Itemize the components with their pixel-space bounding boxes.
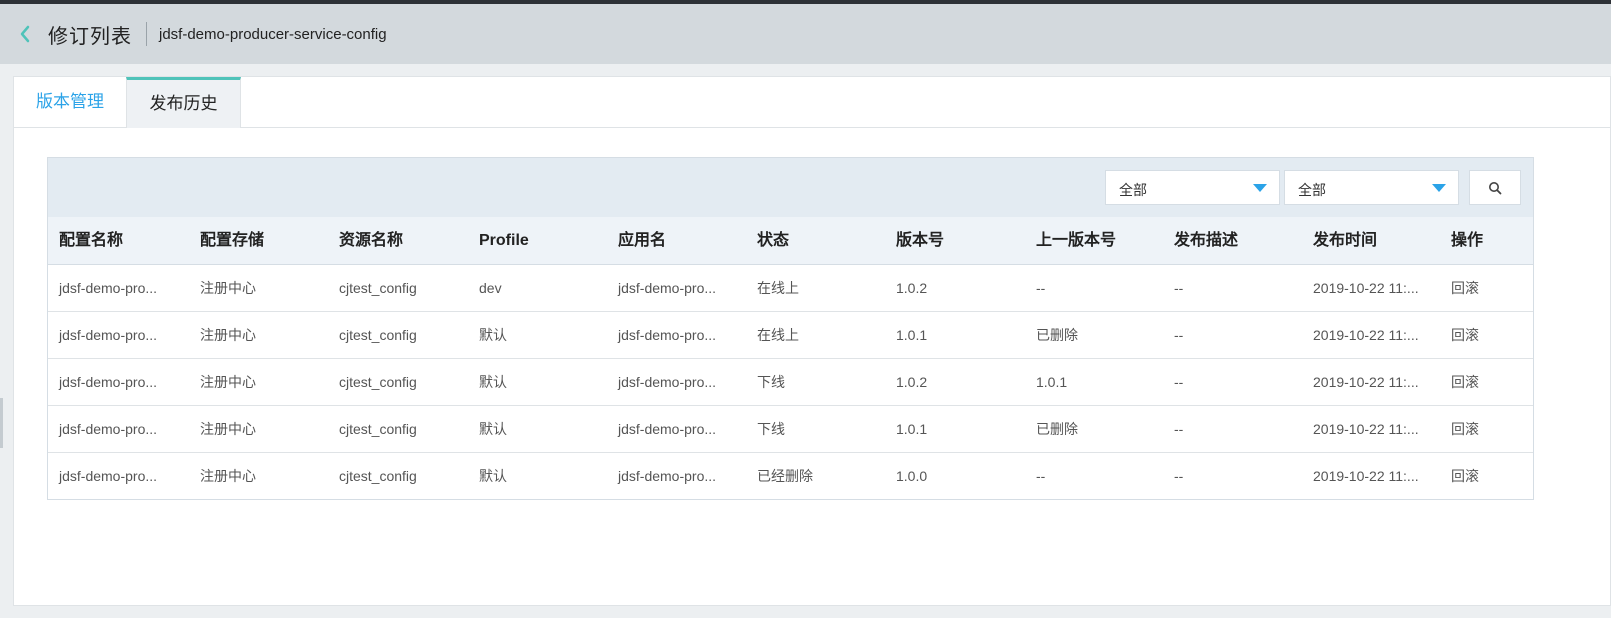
cell-previous-version: 已删除	[1036, 421, 1078, 437]
search-icon	[1489, 181, 1502, 194]
cell-version: 1.0.2	[896, 374, 928, 390]
filter-select-2-value: 全部	[1298, 182, 1326, 198]
cell-profile: dev	[479, 280, 502, 296]
header-divider	[146, 22, 147, 46]
cell-config-storage: 注册中心	[200, 421, 256, 437]
table-row: jdsf-demo-pro... 注册中心 cjtest_config 默认 j…	[48, 406, 1533, 453]
cell-config-storage: 注册中心	[200, 327, 256, 343]
cell-config-name: jdsf-demo-pro...	[59, 280, 158, 296]
table-row: jdsf-demo-pro... 注册中心 cjtest_config 默认 j…	[48, 312, 1533, 359]
table-row: jdsf-demo-pro... 注册中心 cjtest_config 默认 j…	[48, 453, 1533, 500]
cell-release-description: --	[1174, 327, 1184, 343]
cell-config-name: jdsf-demo-pro...	[59, 421, 158, 437]
search-button[interactable]	[1469, 170, 1521, 205]
cell-release-description: --	[1174, 421, 1184, 437]
cell-app-name: jdsf-demo-pro...	[618, 468, 717, 484]
cell-previous-version: --	[1036, 280, 1046, 296]
cell-version: 1.0.1	[896, 421, 928, 437]
cell-release-description: --	[1174, 468, 1184, 484]
cell-version: 1.0.0	[896, 468, 928, 484]
col-header-previous-version: 上一版本号	[1036, 232, 1117, 249]
cell-app-name: jdsf-demo-pro...	[618, 327, 717, 343]
caret-down-icon	[1253, 184, 1267, 192]
col-header-release-time: 发布时间	[1313, 232, 1378, 249]
col-header-release-description: 发布描述	[1174, 232, 1239, 249]
cell-release-description: --	[1174, 374, 1184, 390]
content-panel: 版本管理 发布历史 全部 全部 配置名称 配置存储 资源名称 Profile 应…	[13, 76, 1611, 606]
cell-release-description: --	[1174, 280, 1184, 296]
cell-app-name: jdsf-demo-pro...	[618, 280, 717, 296]
page-title: 修订列表	[48, 25, 132, 48]
cell-status: 下线	[757, 421, 785, 437]
col-header-profile: Profile	[479, 232, 529, 249]
cell-resource-name: cjtest_config	[339, 421, 417, 437]
cell-release-time: 2019-10-22 11:...	[1313, 280, 1419, 296]
tab-bar: 版本管理 发布历史	[14, 77, 1610, 128]
cell-status: 下线	[757, 374, 785, 390]
cell-release-time: 2019-10-22 11:...	[1313, 374, 1419, 390]
col-header-config-storage: 配置存储	[200, 232, 265, 249]
tab-version-management[interactable]: 版本管理	[14, 77, 126, 127]
cell-previous-version: 1.0.1	[1036, 374, 1068, 390]
rollback-link[interactable]: 回滚	[1451, 359, 1479, 405]
cell-release-time: 2019-10-22 11:...	[1313, 468, 1419, 484]
table-row: jdsf-demo-pro... 注册中心 cjtest_config dev …	[48, 265, 1533, 312]
chevron-left-icon	[20, 25, 30, 43]
rollback-link[interactable]: 回滚	[1451, 453, 1479, 499]
cell-version: 1.0.2	[896, 280, 928, 296]
release-history-table: 全部 全部 配置名称 配置存储 资源名称 Profile 应用名 状态 版本号	[47, 157, 1534, 500]
cell-resource-name: cjtest_config	[339, 468, 417, 484]
filter-select-2[interactable]: 全部	[1284, 170, 1459, 205]
cell-config-name: jdsf-demo-pro...	[59, 374, 158, 390]
page-header: 修订列表 jdsf-demo-producer-service-config	[0, 4, 1611, 64]
cell-release-time: 2019-10-22 11:...	[1313, 421, 1419, 437]
cell-resource-name: cjtest_config	[339, 327, 417, 343]
cell-config-storage: 注册中心	[200, 280, 256, 296]
config-name-subtitle: jdsf-demo-producer-service-config	[159, 25, 387, 43]
col-header-version: 版本号	[896, 232, 945, 249]
rollback-link[interactable]: 回滚	[1451, 406, 1479, 452]
cell-config-name: jdsf-demo-pro...	[59, 468, 158, 484]
col-header-actions: 操作	[1451, 232, 1484, 249]
cell-status: 已经删除	[757, 468, 813, 484]
col-header-resource-name: 资源名称	[339, 232, 404, 249]
cell-status: 在线上	[757, 280, 799, 296]
cell-config-storage: 注册中心	[200, 468, 256, 484]
filter-select-1[interactable]: 全部	[1105, 170, 1280, 205]
cell-profile: 默认	[479, 327, 507, 343]
cell-config-storage: 注册中心	[200, 374, 256, 390]
cell-app-name: jdsf-demo-pro...	[618, 374, 717, 390]
rollback-link[interactable]: 回滚	[1451, 312, 1479, 358]
filter-select-1-value: 全部	[1119, 182, 1147, 198]
tab-release-history[interactable]: 发布历史	[126, 77, 241, 128]
cell-profile: 默认	[479, 374, 507, 390]
cell-profile: 默认	[479, 468, 507, 484]
side-panel-handle[interactable]	[0, 398, 3, 448]
cell-resource-name: cjtest_config	[339, 374, 417, 390]
cell-resource-name: cjtest_config	[339, 280, 417, 296]
filter-bar: 全部 全部	[48, 158, 1533, 218]
caret-down-icon	[1432, 184, 1446, 192]
cell-status: 在线上	[757, 327, 799, 343]
rollback-link[interactable]: 回滚	[1451, 265, 1479, 311]
cell-app-name: jdsf-demo-pro...	[618, 421, 717, 437]
back-button[interactable]	[16, 23, 34, 45]
cell-config-name: jdsf-demo-pro...	[59, 327, 158, 343]
col-header-app-name: 应用名	[618, 232, 667, 249]
table-header: 配置名称 配置存储 资源名称 Profile 应用名 状态 版本号 上一版本号 …	[48, 217, 1533, 265]
col-header-status: 状态	[757, 232, 790, 249]
cell-previous-version: 已删除	[1036, 327, 1078, 343]
col-header-config-name: 配置名称	[59, 232, 124, 249]
cell-previous-version: --	[1036, 468, 1046, 484]
cell-version: 1.0.1	[896, 327, 928, 343]
cell-profile: 默认	[479, 421, 507, 437]
table-row: jdsf-demo-pro... 注册中心 cjtest_config 默认 j…	[48, 359, 1533, 406]
cell-release-time: 2019-10-22 11:...	[1313, 327, 1419, 343]
